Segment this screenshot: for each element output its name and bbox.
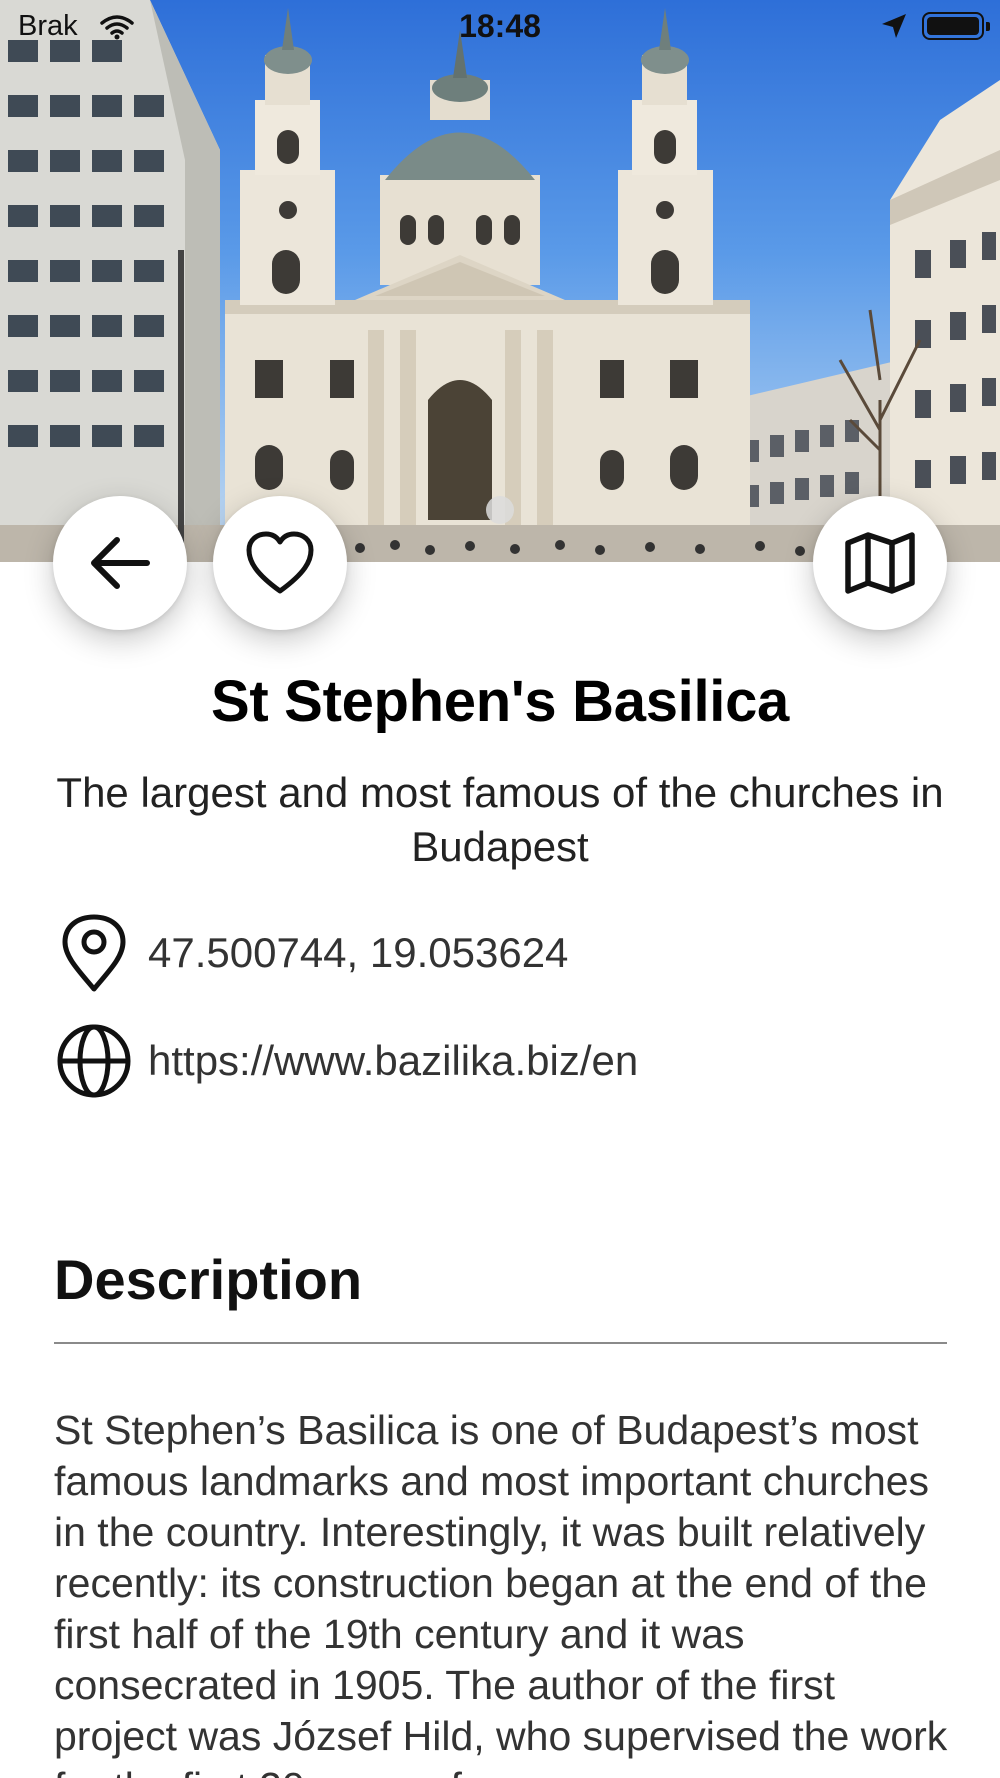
description-heading: Description — [54, 1248, 363, 1311]
description-text: St Stephen’s Basilica is one of Budapest… — [54, 1407, 948, 1778]
hero-image[interactable] — [0, 0, 1000, 562]
place-subtitle: The largest and most famous of the churc… — [56, 769, 944, 870]
website-link[interactable]: https://www.bazilika.biz/en — [148, 1037, 638, 1085]
location-arrow-icon — [880, 12, 908, 45]
back-button[interactable] — [53, 496, 187, 630]
basilica-photo — [0, 0, 1000, 562]
coordinates-text: 47.500744, 19.053624 — [148, 929, 569, 976]
map-pin-icon — [54, 913, 134, 993]
map-button[interactable] — [813, 496, 947, 630]
section-divider — [54, 1342, 947, 1344]
favorite-button[interactable] — [213, 496, 347, 630]
coordinates-row[interactable]: 47.500744, 19.053624 — [54, 913, 568, 993]
map-icon — [845, 532, 915, 594]
battery-full-icon — [922, 12, 990, 40]
globe-icon — [54, 1021, 134, 1101]
heart-outline-icon — [246, 531, 314, 594]
place-title: St Stephen's Basilica — [210, 669, 790, 734]
status-time: 18:48 — [459, 8, 541, 44]
status-bar: Brak 18:48 — [0, 0, 1000, 52]
website-row[interactable]: https://www.bazilika.biz/en — [54, 1021, 638, 1101]
arrow-left-icon — [91, 537, 150, 589]
image-pager-indicator — [486, 496, 514, 524]
